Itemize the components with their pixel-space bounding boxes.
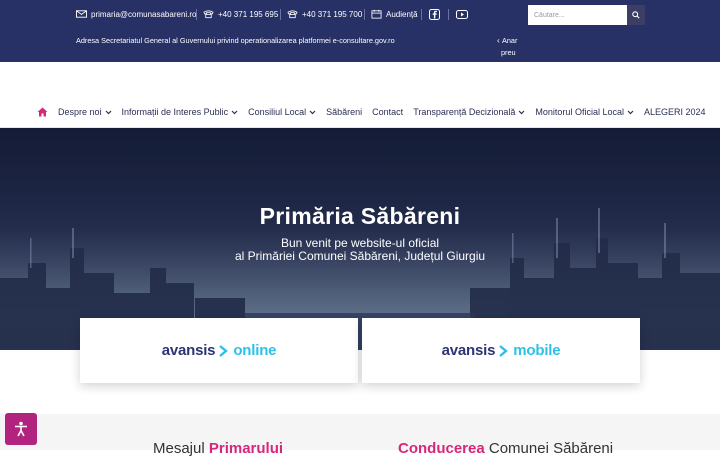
divider	[196, 9, 197, 20]
youtube-icon[interactable]	[456, 10, 468, 19]
divider	[364, 9, 365, 20]
phone-contact-2[interactable]: +40 371 195 700	[287, 9, 362, 19]
heading-accent: Primarului	[208, 440, 284, 457]
divider	[421, 9, 422, 20]
divider	[448, 9, 449, 20]
nav-item-alegeri[interactable]: ALEGERI 2024	[644, 107, 706, 117]
nav-label: Săbăreni	[326, 107, 363, 117]
phone-contact-1[interactable]: +40 371 195 695	[203, 9, 278, 19]
nav-item-despre-noi[interactable]: Despre noi	[58, 107, 112, 117]
avansis-mobile-logo: avansis mobile	[442, 342, 561, 359]
email-text[interactable]: primaria@comunasabareni.ro	[91, 10, 197, 19]
nav-item-contact[interactable]: Contact	[372, 107, 403, 117]
chevron-right-icon	[499, 344, 509, 357]
avansis-mobile-card[interactable]: avansis mobile	[362, 318, 640, 383]
home-icon[interactable]	[37, 107, 48, 117]
facebook-icon[interactable]	[429, 9, 440, 20]
mesaj-primarului-heading: Mesajul Primarului	[153, 440, 283, 457]
email-icon	[76, 10, 87, 18]
announcement-text[interactable]: Adresa Secretariatul General al Guvernul…	[76, 36, 395, 45]
main-menu: Despre noi Informații de Interes Public …	[37, 107, 716, 117]
nav-label: Transparență Decizională	[413, 107, 516, 117]
heading-text: Comunei Săbăreni	[484, 440, 614, 457]
heading-text: Mesajul	[153, 440, 209, 457]
nav-item-monitorul[interactable]: Monitorul Oficial Local	[535, 107, 634, 117]
chevron-left-icon[interactable]: ‹	[497, 36, 500, 45]
top-contact-bar: primaria@comunasabareni.ro +40 371 195 6…	[0, 0, 720, 30]
chevron-down-icon	[518, 110, 525, 115]
card-product: online	[233, 342, 277, 359]
phone-icon	[287, 10, 298, 19]
search-input[interactable]	[528, 5, 627, 25]
chevron-down-icon	[309, 110, 316, 115]
accessibility-icon	[15, 421, 27, 437]
announcement-nav-line1[interactable]: Anar	[502, 36, 517, 45]
nav-item-sabareni[interactable]: Săbăreni	[326, 107, 362, 117]
chevron-down-icon	[105, 110, 112, 115]
phone1-text[interactable]: +40 371 195 695	[218, 10, 278, 19]
card-brand: avansis	[161, 342, 216, 359]
audience-text[interactable]: Audiență	[386, 10, 418, 19]
search-button[interactable]	[627, 5, 645, 25]
hero-subtitle: Bun venit pe website-ul oficial al Primă…	[0, 237, 720, 263]
hero-title: Primăria Săbăreni	[259, 203, 461, 229]
avansis-online-logo: avansis online	[162, 342, 277, 359]
chevron-down-icon	[231, 110, 238, 115]
card-brand: avansis	[441, 342, 496, 359]
heading-accent: Conducerea	[398, 440, 485, 457]
nav-item-consiliul-local[interactable]: Consiliul Local	[248, 107, 316, 117]
nav-label: ALEGERI 2024	[643, 107, 706, 117]
hero-subtitle-line2: al Primăriei Comunei Săbăreni, Județul G…	[234, 249, 486, 263]
hero-banner: Primăria Săbăreni Bun venit pe website-u…	[0, 128, 720, 350]
nav-label: Despre noi	[58, 107, 102, 117]
announcement-nav-line2[interactable]: preu	[501, 48, 516, 57]
email-contact[interactable]: primaria@comunasabareni.ro	[76, 9, 197, 19]
announcement-bar: Adresa Secretariatul General al Guvernul…	[0, 30, 720, 62]
card-product: mobile	[513, 342, 561, 359]
nav-label: Informații de Interes Public	[121, 107, 229, 117]
phone2-text[interactable]: +40 371 195 700	[302, 10, 362, 19]
chevron-down-icon	[627, 110, 634, 115]
audience-link[interactable]: Audiență	[371, 9, 418, 19]
nav-label: Contact	[372, 107, 404, 117]
conducerea-heading: Conducerea Comunei Săbăreni	[398, 440, 613, 457]
avansis-online-card[interactable]: avansis online	[80, 318, 358, 383]
search-icon	[632, 11, 640, 19]
nav-item-transparenta[interactable]: Transparență Decizională	[413, 107, 525, 117]
nav-label: Consiliul Local	[248, 107, 307, 117]
divider	[280, 9, 281, 20]
calendar-icon	[371, 9, 382, 19]
main-navbar: Despre noi Informații de Interes Public …	[0, 62, 720, 128]
accessibility-button[interactable]	[5, 413, 37, 445]
chevron-right-icon	[219, 344, 229, 357]
phone-icon	[203, 10, 214, 19]
nav-item-informatii[interactable]: Informații de Interes Public	[122, 107, 239, 117]
nav-label: Monitorul Oficial Local	[535, 107, 624, 117]
